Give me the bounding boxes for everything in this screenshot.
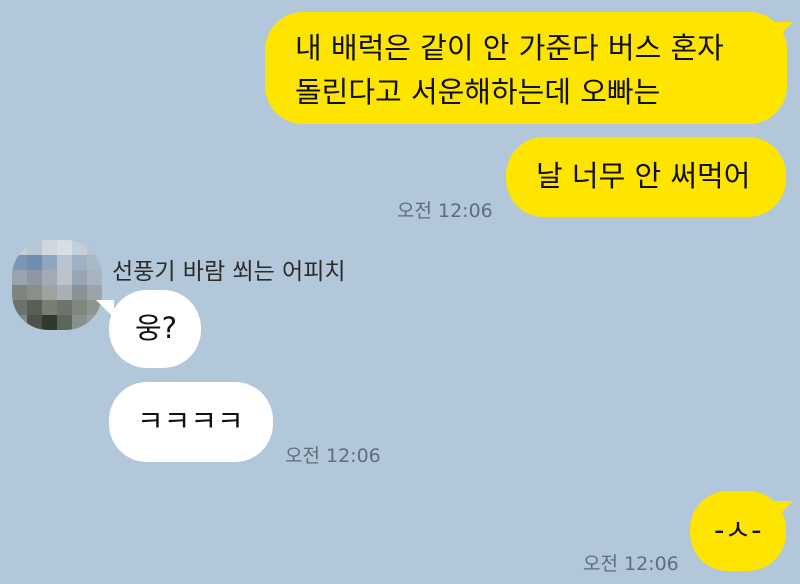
message-timestamp: 오전 12:06 [285,445,381,467]
message-bubble-incoming[interactable]: ㅋㅋㅋㅋ [109,382,273,462]
pixelated-avatar-image [12,240,102,330]
message-bubble-outgoing[interactable]: 날 너무 안 써먹어 [506,137,786,217]
bubble-tail [775,501,793,519]
message-text: -ㅅ- [714,513,762,547]
bubble-tail [775,22,793,40]
message-text: 웅? [135,311,178,345]
message-bubble-outgoing[interactable]: 내 배럭은 같이 안 가준다 버스 혼자 돌린다고 서운해하는데 오빠는 [265,12,787,124]
message-text: ㅋㅋㅋㅋ [137,404,244,438]
sender-name: 선풍기 바람 쐬는 어피치 [112,259,346,285]
message-timestamp: 오전 12:06 [583,553,679,575]
profile-avatar[interactable] [12,240,102,330]
message-bubble-outgoing[interactable]: -ㅅ- [690,491,786,571]
message-line: 돌린다고 서운해하는데 오빠는 [295,75,661,109]
message-timestamp: 오전 12:06 [397,200,493,222]
message-bubble-incoming[interactable]: 웅? [109,290,201,368]
bubble-tail [96,300,114,318]
message-text: 날 너무 안 써먹어 [536,159,751,193]
message-line: 내 배럭은 같이 안 가준다 버스 혼자 [295,31,724,65]
